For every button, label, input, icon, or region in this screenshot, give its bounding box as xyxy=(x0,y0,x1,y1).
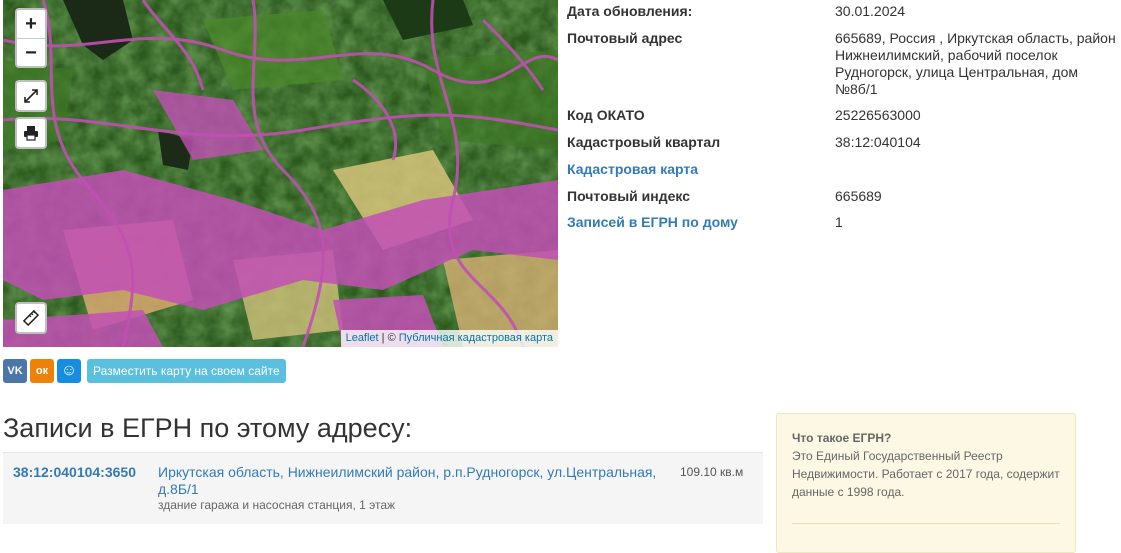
info-label: Код ОКАТО xyxy=(567,107,645,123)
cadastral-source-link[interactable]: Публичная кадастровая карта xyxy=(399,332,553,344)
info-label: Почтовый индекс xyxy=(567,188,691,204)
egrn-question: Что такое ЕГРН? xyxy=(792,431,892,445)
mailru-share-button[interactable]: ☺ xyxy=(57,359,81,383)
vk-icon: VK xyxy=(7,365,23,377)
attribution-separator: | © xyxy=(378,332,399,344)
leaflet-link[interactable]: Leaflet xyxy=(346,332,379,344)
record-address-link[interactable]: Иркутская область, Нижнеилимский район, … xyxy=(158,464,668,498)
info-label: Дата обновления: xyxy=(567,3,693,19)
table-row[interactable]: 38:12:040104:3650 Иркутская область, Ниж… xyxy=(3,452,763,524)
info-value: 25226563000 xyxy=(835,107,921,123)
mailru-icon: ☺ xyxy=(60,362,78,379)
fullscreen-button[interactable] xyxy=(15,80,47,112)
egrn-answer: Это Единый Государственный Реестр Недвиж… xyxy=(792,449,1060,499)
record-description: здание гаража и насосная станция, 1 этаж xyxy=(158,498,396,512)
records-title: Записи в ЕГРН по этому адресу: xyxy=(3,413,413,443)
ruler-icon xyxy=(22,309,40,327)
info-value: 30.01.2024 xyxy=(835,3,906,19)
map-attribution: Leaflet | © Публичная кадастровая карта xyxy=(340,330,558,347)
divider xyxy=(792,523,1060,524)
cadastral-map[interactable]: + − Leaflet | © Публичная кадастровая ка… xyxy=(3,0,558,347)
info-value: 665689 xyxy=(835,188,882,204)
odnoklassniki-icon: ок xyxy=(35,365,49,377)
print-icon xyxy=(24,126,38,141)
cadastral-number-link[interactable]: 38:12:040104:3650 xyxy=(13,464,136,480)
ok-share-button[interactable]: ок xyxy=(30,359,54,383)
record-area: 109.10 кв.м xyxy=(680,465,744,479)
cadastral-map-link[interactable]: Кадастровая карта xyxy=(567,161,698,178)
share-bar: VK ок ☺ Разместить карту на своем сайте xyxy=(3,359,286,383)
fullscreen-icon xyxy=(24,89,38,103)
zoom-in-button[interactable]: + xyxy=(17,10,45,39)
info-label: Почтовый адрес xyxy=(567,30,683,46)
info-value: 38:12:040104 xyxy=(835,134,921,150)
egrn-records-link[interactable]: Записей в ЕГРН по дому xyxy=(567,214,738,231)
vk-share-button[interactable]: VK xyxy=(3,359,27,383)
info-label: Кадастровый квартал xyxy=(567,134,721,150)
ruler-button[interactable] xyxy=(15,302,47,334)
zoom-out-button[interactable]: − xyxy=(17,39,45,66)
info-value: 1 xyxy=(835,214,843,230)
zoom-control: + − xyxy=(15,8,47,68)
egrn-info-box: Что такое ЕГРН? Это Единый Государственн… xyxy=(776,413,1076,553)
map-terrain[interactable] xyxy=(3,0,558,347)
info-value: 665689, Россия , Иркутская область, райо… xyxy=(835,30,1116,97)
print-button[interactable] xyxy=(15,117,47,149)
embed-map-button[interactable]: Разместить карту на своем сайте xyxy=(87,359,286,383)
